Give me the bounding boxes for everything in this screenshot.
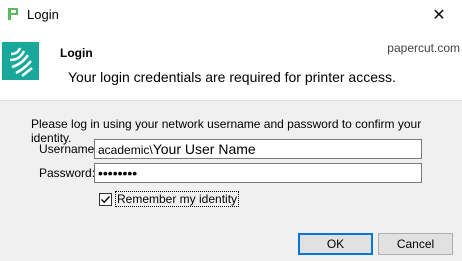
username-domain-prefix: academic\ xyxy=(98,143,153,157)
close-icon: ✕ xyxy=(432,7,446,24)
papercut-app-icon xyxy=(8,8,18,20)
password-input[interactable]: •••••••• xyxy=(94,163,422,183)
header-title: Login xyxy=(60,46,93,60)
dialog-header: Login Your login credentials are require… xyxy=(0,30,462,101)
brand-text: papercut.com xyxy=(387,41,460,55)
checkmark-icon xyxy=(100,195,111,203)
username-value: Your User Name xyxy=(152,141,256,157)
close-button[interactable]: ✕ xyxy=(416,0,462,30)
header-message: Your login credentials are required for … xyxy=(68,69,396,85)
remember-identity-checkbox[interactable]: Remember my identity xyxy=(99,191,240,207)
ok-button[interactable]: OK xyxy=(298,233,373,255)
checkbox-box[interactable] xyxy=(99,192,112,206)
password-value: •••••••• xyxy=(98,165,138,181)
password-label: Password: xyxy=(39,166,96,180)
title-bar: Login ✕ xyxy=(0,0,462,30)
username-input[interactable]: academic\Your User Name xyxy=(94,139,422,159)
window-title: Login xyxy=(27,7,59,22)
cancel-button[interactable]: Cancel xyxy=(378,233,453,255)
remember-identity-label[interactable]: Remember my identity xyxy=(115,191,240,207)
username-label: Username: xyxy=(39,142,98,156)
papercut-logo-icon xyxy=(2,42,39,80)
